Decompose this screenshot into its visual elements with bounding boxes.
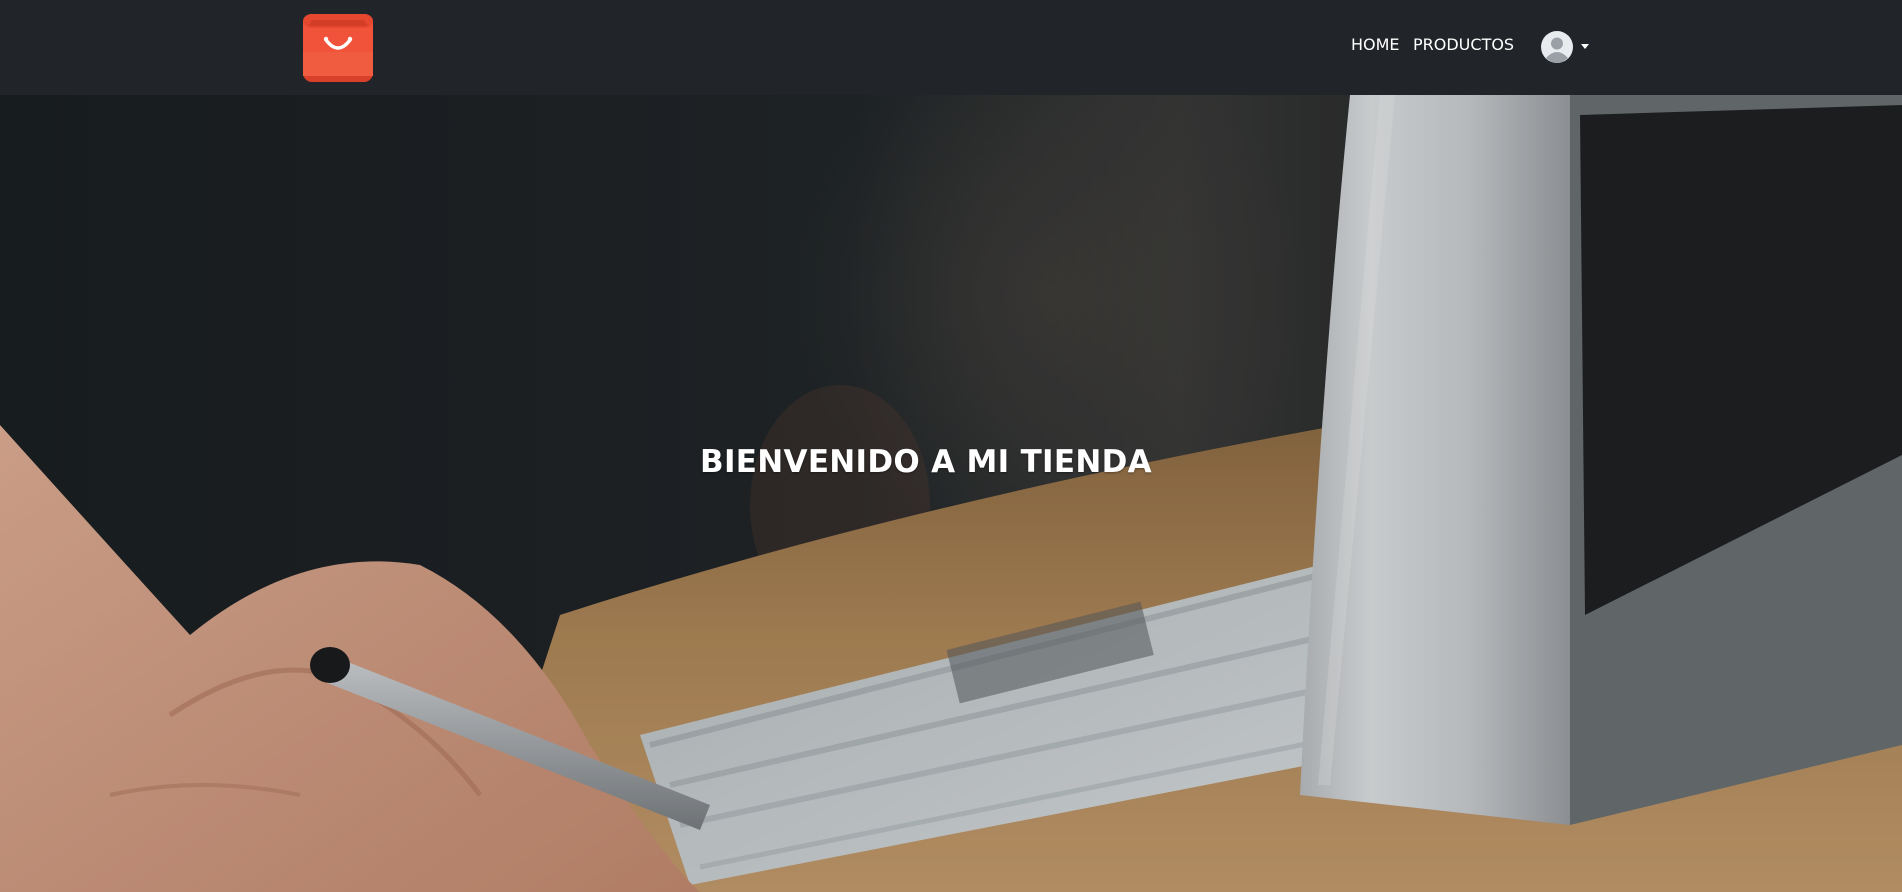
hero-title: BIENVENIDO A MI TIENDA bbox=[700, 443, 1152, 480]
caret-down-icon bbox=[1581, 44, 1589, 49]
hero-background-photo bbox=[0, 95, 1902, 892]
user-avatar-icon bbox=[1541, 31, 1573, 63]
nav-productos-link[interactable]: PRODUCTOS bbox=[1413, 33, 1514, 57]
nav-home-link[interactable]: HOME bbox=[1351, 33, 1400, 57]
brand-logo-link[interactable] bbox=[302, 12, 374, 84]
shopping-bag-icon bbox=[303, 14, 373, 82]
top-navbar: HOME PRODUCTOS bbox=[0, 0, 1902, 95]
user-menu-toggle[interactable] bbox=[1541, 31, 1593, 63]
hero-banner: BIENVENIDO A MI TIENDA bbox=[0, 95, 1902, 892]
